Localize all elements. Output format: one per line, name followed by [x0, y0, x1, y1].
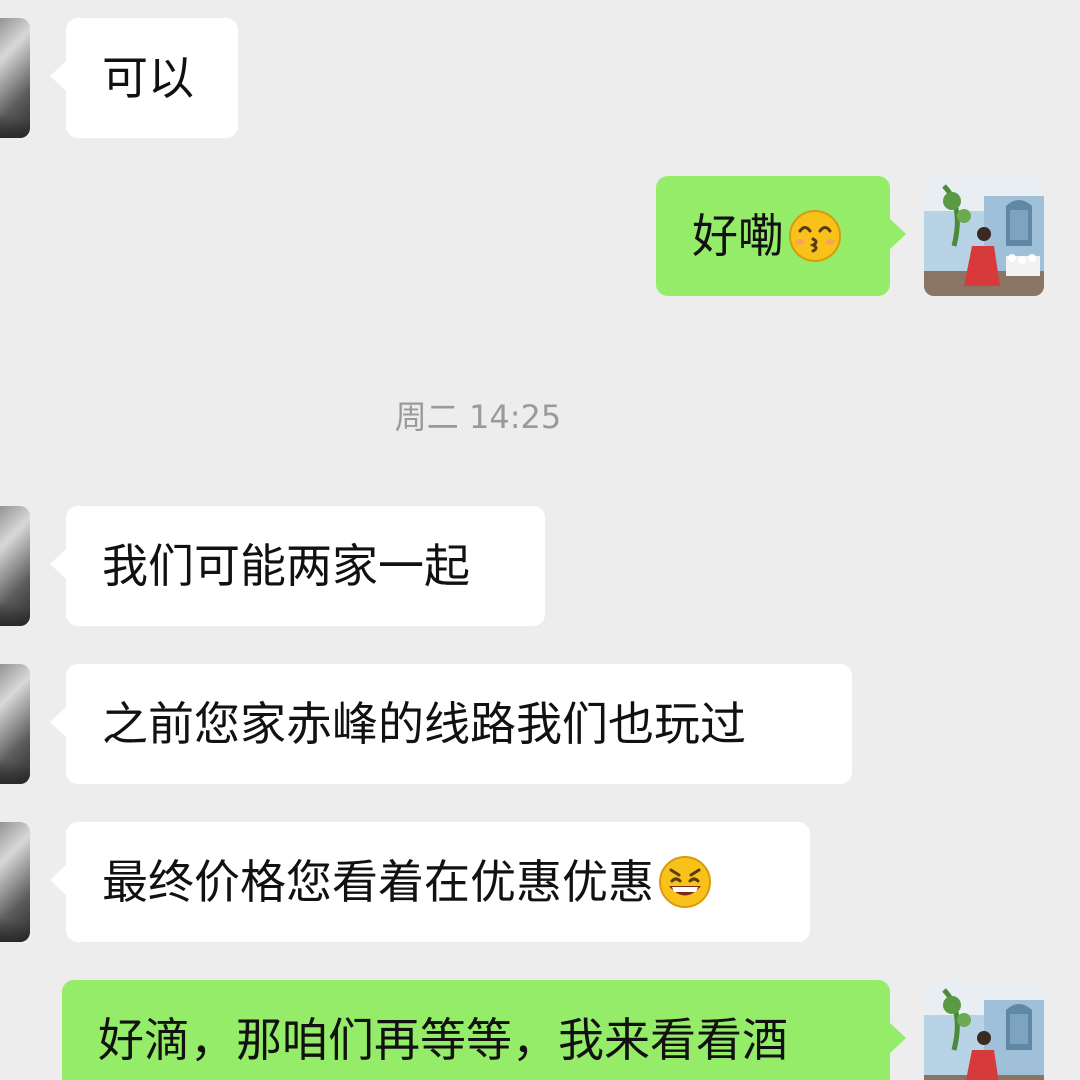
user-avatar[interactable] — [924, 176, 1044, 296]
message-bubble[interactable]: 我们可能两家一起 — [50, 506, 545, 626]
message-bubble[interactable]: 之前您家赤峰的线路我们也玩过 — [50, 664, 852, 784]
message-text: 可以 — [102, 51, 194, 105]
message-text: 之前您家赤峰的线路我们也玩过 — [102, 697, 746, 751]
message-timestamp: 周二 14:25 — [394, 398, 562, 436]
contact-avatar[interactable] — [0, 18, 30, 138]
contact-avatar[interactable] — [0, 506, 30, 626]
contact-avatar[interactable] — [0, 822, 30, 942]
message-text: 我们可能两家一起 — [102, 539, 470, 593]
user-avatar[interactable] — [924, 980, 1044, 1080]
message-bubble[interactable]: 可以 — [50, 18, 238, 138]
message-bubble[interactable]: 最终价格您看着在优惠优惠 — [50, 822, 810, 942]
contact-avatar[interactable] — [0, 664, 30, 784]
message-text: 最终价格您看着在优惠优惠 — [102, 855, 654, 909]
message-bubble[interactable]: 好滴，那咱们再等等，我来看看酒 — [62, 980, 906, 1080]
chat-window: 可以 好嘞 周二 14:25 我们可能两家一起 之前您家赤峰的线路我们也玩过 最… — [0, 0, 1080, 1080]
message-bubble[interactable]: 好嘞 — [656, 176, 906, 296]
kissing-face-emoji — [789, 209, 841, 262]
grinning-face-emoji — [659, 855, 711, 908]
message-text: 好滴，那咱们再等等，我来看看酒 — [98, 1013, 788, 1067]
message-text: 好嘞 — [692, 209, 784, 263]
